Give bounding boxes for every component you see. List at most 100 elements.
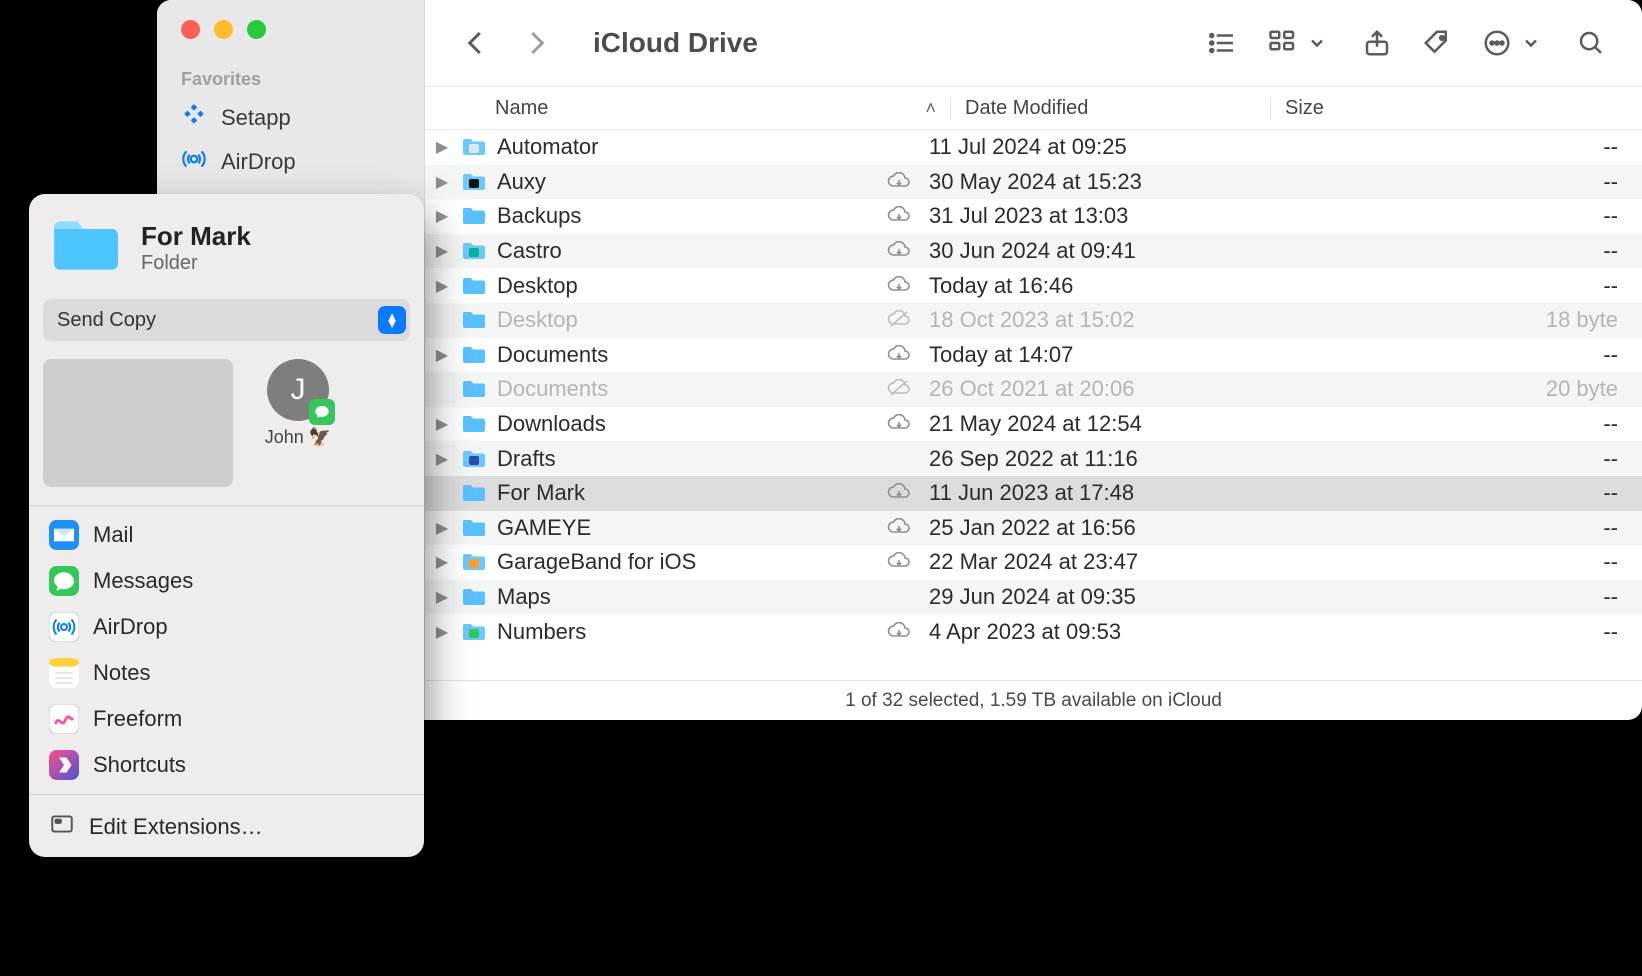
list-row[interactable]: ▶ Castro 30 Jun 2024 at 09:41-- [425, 234, 1642, 269]
item-name: Numbers [489, 619, 869, 645]
cloud-status-icon[interactable] [869, 552, 929, 572]
share-contact[interactable]: J John 🦅 [253, 359, 343, 487]
list-row[interactable]: ▶Automator11 Jul 2024 at 09:25-- [425, 130, 1642, 165]
cloud-status-icon[interactable] [869, 172, 929, 192]
sidebar-favorites-header: Favorites [157, 63, 424, 96]
item-date: 25 Jan 2022 at 16:56 [929, 515, 1249, 541]
back-button[interactable] [461, 28, 491, 58]
disclosure-triangle-icon[interactable]: ▶ [425, 172, 459, 192]
disclosure-triangle-icon[interactable]: ▶ [425, 622, 459, 642]
share-app-label: Notes [93, 660, 150, 686]
group-button[interactable] [1268, 28, 1332, 58]
list-row[interactable]: ▶DocumentsToday at 14:07-- [425, 338, 1642, 373]
action-menu-button[interactable] [1482, 28, 1546, 58]
edit-extensions-label: Edit Extensions… [89, 814, 263, 840]
close-button[interactable] [181, 20, 200, 39]
cloud-status-icon[interactable] [869, 622, 929, 642]
item-size: -- [1249, 203, 1642, 229]
disclosure-triangle-icon[interactable]: ▶ [425, 276, 459, 296]
list-row[interactable]: ▶ GAMEYE 25 Jan 2022 at 16:56-- [425, 511, 1642, 546]
tags-button[interactable] [1422, 28, 1452, 58]
share-app-freeform[interactable]: Freeform [29, 696, 424, 742]
list-row[interactable]: ▶DesktopToday at 16:46-- [425, 268, 1642, 303]
cloud-status-icon[interactable] [869, 310, 929, 330]
main-pane: iCloud Drive Name [425, 0, 1642, 720]
window-title: iCloud Drive [593, 27, 758, 59]
item-size: -- [1249, 169, 1642, 195]
item-size: -- [1249, 515, 1642, 541]
item-name: Automator [489, 134, 869, 160]
share-preview-thumbnail[interactable] [43, 359, 233, 487]
item-icon [459, 622, 489, 642]
column-name[interactable]: Name ˄ [425, 97, 950, 120]
item-date: 11 Jun 2023 at 17:48 [929, 480, 1249, 506]
cloud-status-icon[interactable] [869, 345, 929, 365]
cloud-status-icon[interactable] [869, 379, 929, 399]
item-icon [459, 414, 489, 434]
disclosure-triangle-icon[interactable]: ▶ [425, 518, 459, 538]
edit-extensions-button[interactable]: Edit Extensions… [29, 801, 424, 847]
sidebar-item-setapp[interactable]: Setapp [157, 96, 424, 140]
disclosure-triangle-icon[interactable]: ▶ [425, 587, 459, 607]
zoom-button[interactable] [247, 20, 266, 39]
item-name: Backups [489, 203, 869, 229]
cloud-status-icon[interactable] [869, 241, 929, 261]
list-row[interactable]: For Mark11 Jun 2023 at 17:48-- [425, 476, 1642, 511]
list-row[interactable]: ▶GarageBand for iOS22 Mar 2024 at 23:47-… [425, 545, 1642, 580]
item-date: Today at 14:07 [929, 342, 1249, 368]
item-name: GAMEYE [489, 515, 869, 541]
disclosure-triangle-icon[interactable]: ▶ [425, 414, 459, 434]
list-row[interactable]: ▶Auxy30 May 2024 at 15:23-- [425, 165, 1642, 200]
item-size: -- [1249, 134, 1642, 160]
list-row[interactable]: ▶Downloads21 May 2024 at 12:54-- [425, 407, 1642, 442]
item-name: For Mark [489, 480, 869, 506]
disclosure-triangle-icon[interactable]: ▶ [425, 206, 459, 226]
share-mode-select[interactable]: Send Copy ▲▼ [43, 299, 410, 341]
item-name: Castro [489, 238, 869, 264]
item-date: 26 Sep 2022 at 11:16 [929, 446, 1249, 472]
item-icon [459, 345, 489, 365]
cloud-status-icon[interactable] [869, 518, 929, 538]
cloud-status-icon[interactable] [869, 483, 929, 503]
airdrop-icon [181, 146, 207, 178]
list-row[interactable]: ▶Maps29 Jun 2024 at 09:35-- [425, 580, 1642, 615]
column-date[interactable]: Date Modified [950, 97, 1270, 120]
minimize-button[interactable] [214, 20, 233, 39]
notes-icon [49, 658, 79, 688]
item-icon [459, 241, 489, 261]
disclosure-triangle-icon[interactable]: ▶ [425, 345, 459, 365]
search-button[interactable] [1576, 28, 1606, 58]
item-icon [459, 449, 489, 469]
share-app-label: Mail [93, 522, 133, 548]
share-app-airdrop[interactable]: AirDrop [29, 604, 424, 650]
item-date: 30 Jun 2024 at 09:41 [929, 238, 1249, 264]
share-app-notes[interactable]: Notes [29, 650, 424, 696]
list-row[interactable]: ▶Drafts26 Sep 2022 at 11:16-- [425, 441, 1642, 476]
file-list[interactable]: ▶Automator11 Jul 2024 at 09:25--▶Auxy30 … [425, 130, 1642, 680]
forward-button[interactable] [521, 28, 551, 58]
item-size: -- [1249, 411, 1642, 437]
cloud-status-icon[interactable] [869, 414, 929, 434]
cloud-status-icon[interactable] [869, 276, 929, 296]
disclosure-triangle-icon[interactable]: ▶ [425, 137, 459, 157]
view-list-button[interactable] [1208, 28, 1238, 58]
column-size[interactable]: Size [1270, 97, 1642, 120]
disclosure-triangle-icon[interactable]: ▶ [425, 449, 459, 469]
share-app-label: Shortcuts [93, 752, 186, 778]
share-app-shortcuts[interactable]: Shortcuts [29, 742, 424, 788]
disclosure-triangle-icon[interactable]: ▶ [425, 241, 459, 261]
share-app-messages[interactable]: Messages [29, 558, 424, 604]
sidebar-item-airdrop[interactable]: AirDrop [157, 140, 424, 184]
item-size: -- [1249, 238, 1642, 264]
cloud-status-icon[interactable] [869, 206, 929, 226]
list-row[interactable]: Desktop18 Oct 2023 at 15:0218 byte [425, 303, 1642, 338]
share-app-mail[interactable]: Mail [29, 512, 424, 558]
disclosure-triangle-icon[interactable]: ▶ [425, 552, 459, 572]
share-app-label: AirDrop [93, 614, 168, 640]
list-row[interactable]: ▶Backups31 Jul 2023 at 13:03-- [425, 199, 1642, 234]
list-row[interactable]: Documents26 Oct 2021 at 20:0620 byte [425, 372, 1642, 407]
share-app-label: Freeform [93, 706, 182, 732]
freeform-icon [49, 704, 79, 734]
list-row[interactable]: ▶Numbers4 Apr 2023 at 09:53-- [425, 614, 1642, 649]
share-button[interactable] [1362, 28, 1392, 58]
